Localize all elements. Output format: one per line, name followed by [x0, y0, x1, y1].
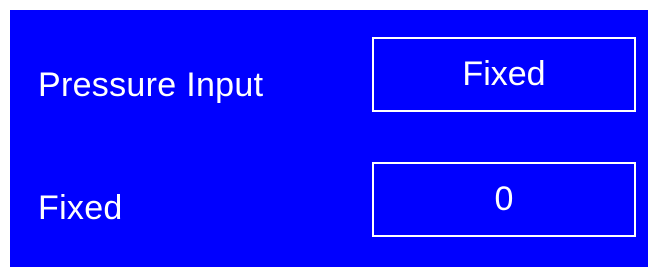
fixed-pressure-label: Fixed	[38, 189, 123, 227]
pressure-input-select[interactable]: Fixed	[372, 37, 636, 112]
pressure-input-label: Pressure Input	[38, 66, 264, 104]
fixed-pressure-value-field[interactable]: 0	[372, 162, 636, 237]
settings-panel: Pressure Input Fixed Fixed 0	[10, 10, 648, 267]
